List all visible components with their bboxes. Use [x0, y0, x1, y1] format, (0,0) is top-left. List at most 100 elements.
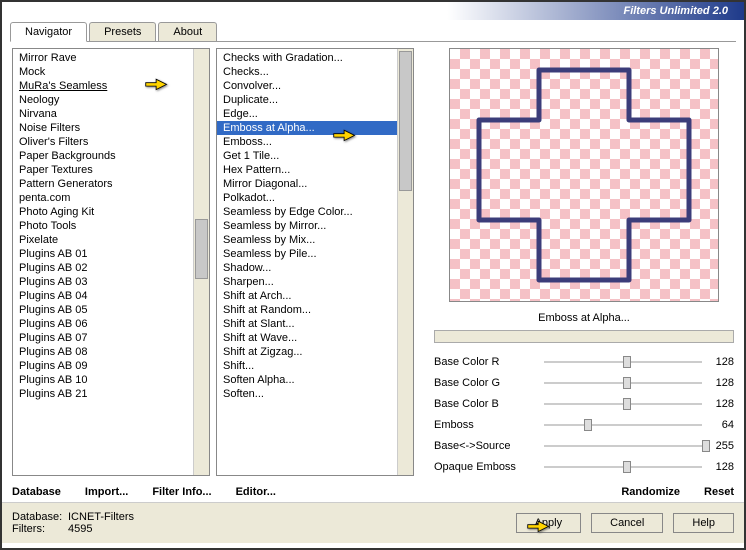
list-item[interactable]: Emboss at Alpha... — [217, 121, 397, 135]
list-item[interactable]: Convolver... — [217, 79, 397, 93]
category-list-wrap: Mirror RaveMockMuRa's SeamlessNeologyNir… — [12, 48, 210, 476]
param-slider[interactable] — [544, 353, 702, 371]
param-label: Base Color B — [434, 398, 544, 410]
list-item[interactable]: Seamless by Pile... — [217, 247, 397, 261]
list-item[interactable]: Nirvana — [13, 107, 193, 121]
param-label: Base<->Source — [434, 440, 544, 452]
list-item[interactable]: Plugins AB 05 — [13, 303, 193, 317]
filter-list[interactable]: Checks with Gradation...Checks...Convolv… — [217, 49, 397, 475]
list-item[interactable]: Edge... — [217, 107, 397, 121]
list-item[interactable]: penta.com — [13, 191, 193, 205]
list-item[interactable]: Paper Textures — [13, 163, 193, 177]
list-item[interactable]: Soften... — [217, 387, 397, 401]
list-item[interactable]: Shift... — [217, 359, 397, 373]
list-item[interactable]: Soften Alpha... — [217, 373, 397, 387]
main-area: Mirror RaveMockMuRa's SeamlessNeologyNir… — [2, 42, 744, 482]
list-item[interactable]: Plugins AB 04 — [13, 289, 193, 303]
param-slider[interactable] — [544, 437, 702, 455]
list-item[interactable]: Shadow... — [217, 261, 397, 275]
info-filters-key: Filters: — [12, 523, 62, 535]
list-item[interactable]: Checks... — [217, 65, 397, 79]
list-item[interactable]: Noise Filters — [13, 121, 193, 135]
list-item[interactable]: Shift at Arch... — [217, 289, 397, 303]
help-button[interactable]: Help — [673, 513, 734, 533]
list-item[interactable]: Seamless by Mix... — [217, 233, 397, 247]
param-slider[interactable] — [544, 458, 702, 476]
toolbar: Database Import... Filter Info... Editor… — [2, 482, 744, 503]
filter-scrollbar[interactable] — [397, 49, 413, 475]
list-item[interactable]: Plugins AB 10 — [13, 373, 193, 387]
cancel-button[interactable]: Cancel — [591, 513, 663, 533]
list-item[interactable]: Shift at Slant... — [217, 317, 397, 331]
list-item[interactable]: MuRa's Seamless — [13, 79, 193, 93]
preview-label: Emboss at Alpha... — [434, 312, 734, 324]
list-item[interactable]: Plugins AB 06 — [13, 317, 193, 331]
list-item[interactable]: Emboss... — [217, 135, 397, 149]
filter-list-wrap: Checks with Gradation...Checks...Convolv… — [216, 48, 414, 476]
apply-button[interactable]: Apply — [516, 513, 582, 533]
category-scrollbar[interactable] — [193, 49, 209, 475]
info-db-val: ICNET-Filters — [68, 511, 134, 523]
list-item[interactable]: Hex Pattern... — [217, 163, 397, 177]
param-value: 128 — [702, 377, 734, 389]
list-item[interactable]: Neology — [13, 93, 193, 107]
param-value: 128 — [702, 398, 734, 410]
param-label: Base Color R — [434, 356, 544, 368]
filter-info-link[interactable]: Filter Info... — [152, 486, 211, 498]
list-item[interactable]: Shift at Random... — [217, 303, 397, 317]
list-item[interactable]: Shift at Wave... — [217, 331, 397, 345]
list-item[interactable]: Plugins AB 09 — [13, 359, 193, 373]
list-item[interactable]: Paper Backgrounds — [13, 149, 193, 163]
list-item[interactable]: Seamless by Edge Color... — [217, 205, 397, 219]
title-bar: Filters Unlimited 2.0 — [2, 2, 744, 20]
list-item[interactable]: Plugins AB 07 — [13, 331, 193, 345]
reset-link[interactable]: Reset — [704, 486, 734, 498]
list-item[interactable]: Get 1 Tile... — [217, 149, 397, 163]
tab-strip: Navigator Presets About — [10, 22, 736, 42]
param-slider[interactable] — [544, 395, 702, 413]
list-item[interactable]: Pixelate — [13, 233, 193, 247]
param-slider[interactable] — [544, 374, 702, 392]
import-link[interactable]: Import... — [85, 486, 128, 498]
list-item[interactable]: Plugins AB 03 — [13, 275, 193, 289]
category-list[interactable]: Mirror RaveMockMuRa's SeamlessNeologyNir… — [13, 49, 193, 475]
param-slider[interactable] — [544, 416, 702, 434]
list-item[interactable]: Shift at Zigzag... — [217, 345, 397, 359]
list-item[interactable]: Oliver's Filters — [13, 135, 193, 149]
list-item[interactable]: Seamless by Mirror... — [217, 219, 397, 233]
list-item[interactable]: Photo Tools — [13, 219, 193, 233]
preview-shape — [469, 60, 699, 290]
randomize-link[interactable]: Randomize — [621, 486, 680, 498]
list-item[interactable]: Mirror Diagonal... — [217, 177, 397, 191]
param-row: Base Color G128 — [434, 374, 734, 392]
tab-about[interactable]: About — [158, 22, 217, 41]
param-row: Base Color R 128 — [434, 353, 734, 371]
list-item[interactable]: Pattern Generators — [13, 177, 193, 191]
param-value: 64 — [702, 419, 734, 431]
param-row: Base Color B 128 — [434, 395, 734, 413]
list-item[interactable]: Plugins AB 01 — [13, 247, 193, 261]
param-value: 128 — [702, 356, 734, 368]
scrollbar-thumb[interactable] — [195, 219, 208, 279]
right-panel: Emboss at Alpha... Base Color R128Base C… — [420, 48, 734, 476]
scrollbar-thumb[interactable] — [399, 51, 412, 191]
database-link[interactable]: Database — [12, 486, 61, 498]
info-block: Database: ICNET-Filters Filters: 4595 — [12, 511, 134, 535]
list-item[interactable]: Plugins AB 21 — [13, 387, 193, 401]
tab-presets[interactable]: Presets — [89, 22, 156, 41]
list-item[interactable]: Plugins AB 02 — [13, 261, 193, 275]
list-item[interactable]: Polkadot... — [217, 191, 397, 205]
list-item[interactable]: Mock — [13, 65, 193, 79]
param-label: Opaque Emboss — [434, 461, 544, 473]
preview-area — [449, 48, 719, 302]
tab-navigator[interactable]: Navigator — [10, 22, 87, 42]
editor-link[interactable]: Editor... — [236, 486, 276, 498]
info-filters-val: 4595 — [68, 523, 92, 535]
list-item[interactable]: Duplicate... — [217, 93, 397, 107]
list-item[interactable]: Photo Aging Kit — [13, 205, 193, 219]
list-item[interactable]: Sharpen... — [217, 275, 397, 289]
list-item[interactable]: Plugins AB 08 — [13, 345, 193, 359]
info-db-key: Database: — [12, 511, 62, 523]
list-item[interactable]: Checks with Gradation... — [217, 51, 397, 65]
list-item[interactable]: Mirror Rave — [13, 51, 193, 65]
